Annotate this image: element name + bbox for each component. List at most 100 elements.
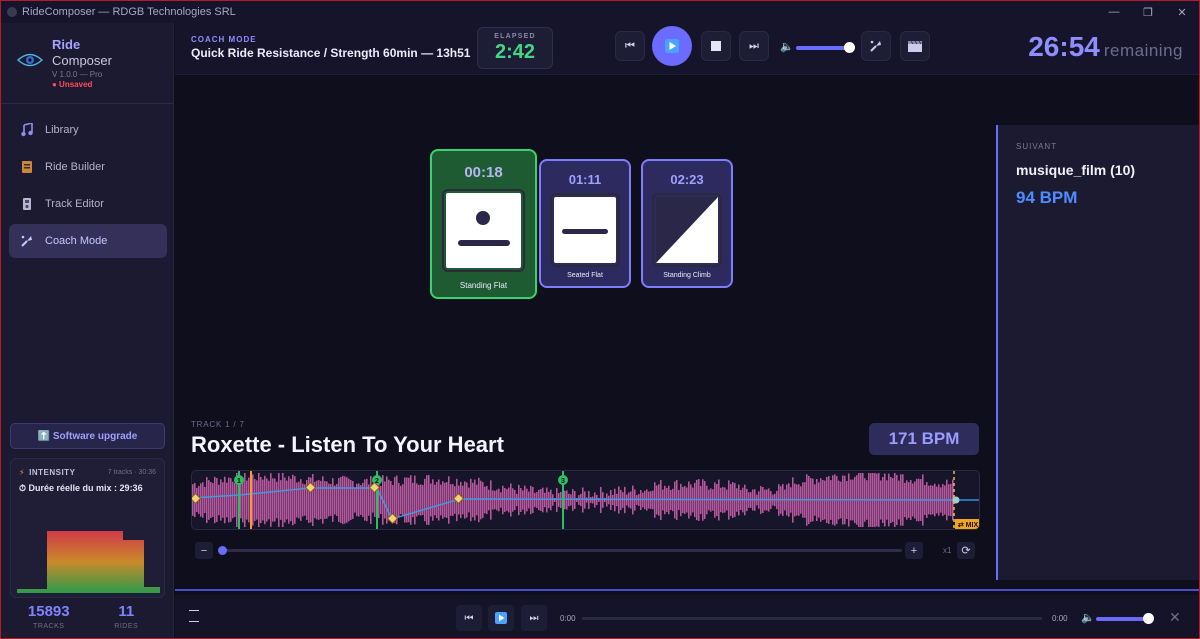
track-editor-icon [19, 196, 35, 212]
position-card-upcoming[interactable]: 02:23 Standing Climb [641, 159, 733, 288]
coach-icon [19, 233, 35, 249]
card-time: 02:23 [670, 172, 704, 187]
sidebar: Ride Composer V 1.0.0 — Pro ● Unsaved Li… [1, 23, 174, 638]
play-icon [495, 612, 507, 624]
next-track-panel: SUIVANT musique_film (10) 94 BPM [996, 125, 1199, 580]
menu-icon[interactable] [189, 610, 199, 632]
volume-slider[interactable] [796, 46, 851, 50]
player-next-button[interactable]: ⏭ [521, 605, 547, 631]
eye-logo-icon [17, 53, 43, 67]
reset-zoom-button[interactable]: ⟳ [957, 542, 975, 559]
coach-tool-button[interactable] [861, 31, 891, 61]
sidebar-item-track-editor[interactable]: Track Editor [9, 187, 167, 221]
player-total-time: 0:00 [1052, 614, 1068, 623]
intensity-panel: ⚡ INTENSITY 7 tracks · 30:36 ⏱ Durée réel… [10, 458, 165, 598]
clapperboard-icon [908, 40, 922, 52]
maximize-button[interactable]: ❐ [1131, 1, 1165, 23]
play-icon [665, 39, 679, 53]
stop-icon [711, 41, 721, 51]
waveform-graphic[interactable]: 1 2 3 ⇄ MIX [192, 471, 980, 530]
speaker-icon: 🔈 [1081, 612, 1095, 624]
window-controls: — ❐ ✕ [1097, 1, 1199, 23]
mix-duration: ⏱ Durée réelle du mix : 29:36 [19, 483, 143, 493]
mode-label: COACH MODE [191, 35, 257, 44]
previous-button[interactable]: ⏮ [615, 31, 645, 61]
ride-builder-icon [19, 159, 35, 175]
ride-title: Quick Ride Resistance / Strength 60min —… [191, 46, 471, 60]
card-label: Standing Climb [663, 272, 711, 279]
player-previous-button[interactable]: ⏮ [456, 605, 482, 631]
sidebar-nav: Library Ride Builder Track Editor Coach … [9, 113, 167, 261]
coach-main: 00:18 Standing Flat 01:11 Seated Flat 02… [175, 76, 995, 586]
sidebar-item-library[interactable]: Library [9, 113, 167, 147]
next-track-bpm: 94 BPM [1016, 188, 1078, 207]
player-divider [175, 589, 1199, 591]
minimize-button[interactable]: — [1097, 1, 1131, 23]
intensity-title: INTENSITY [29, 468, 76, 477]
tracks-label: TRACKS [33, 623, 65, 630]
divider [1, 103, 173, 104]
bpm-badge: 171 BPM [869, 423, 979, 455]
position-card-current[interactable]: 00:18 Standing Flat [430, 149, 537, 299]
software-upgrade-button[interactable]: ⬆️ Software upgrade [10, 423, 165, 449]
skip-back-icon: ⏮ [625, 39, 635, 52]
card-label: Standing Flat [459, 281, 508, 290]
close-player-icon[interactable]: ✕ [1169, 609, 1181, 626]
zoom-in-button[interactable]: + [905, 542, 923, 559]
zoom-slider[interactable] [222, 549, 902, 552]
logo-line2: Composer [52, 53, 112, 68]
elapsed-timer: ELAPSED 2:42 [477, 27, 553, 69]
speaker-icon: 🔈 [780, 41, 794, 53]
volume-knob[interactable] [844, 42, 855, 53]
player-current-time: 0:00 [560, 614, 576, 623]
seated-flat-icon [550, 193, 620, 267]
clapperboard-button[interactable] [900, 31, 930, 61]
intensity-meta: 7 tracks · 30:36 [107, 469, 156, 476]
next-track-title: musique_film (10) [1016, 162, 1136, 178]
app-icon [7, 7, 17, 17]
play-button[interactable] [652, 26, 692, 66]
rides-count: 11 [118, 603, 135, 620]
rides-label: RIDES [114, 623, 139, 630]
cue-marker-3-label: 3 [561, 478, 565, 485]
music-note-icon [19, 122, 35, 138]
skip-forward-icon: ⏭ [749, 39, 759, 52]
version-label: V 1.0.0 — Pro [52, 70, 103, 79]
app-window: RideComposer — RDGB Technologies SRL — ❐… [0, 0, 1200, 639]
position-card-upcoming[interactable]: 01:11 Seated Flat [539, 159, 631, 288]
unsaved-badge: ● Unsaved [52, 80, 93, 89]
card-label: Seated Flat [567, 272, 603, 279]
player-play-button[interactable] [488, 605, 514, 631]
intensity-chart [17, 531, 160, 593]
waveform[interactable]: 1 2 3 ⇄ MIX [191, 470, 980, 530]
standing-flat-icon [442, 189, 525, 272]
coach-icon [870, 40, 881, 52]
cue-marker-1-label: 1 [237, 478, 241, 485]
close-button[interactable]: ✕ [1165, 1, 1199, 23]
library-stats: 15893 TRACKS 11 RIDES [10, 603, 165, 633]
zoom-knob[interactable] [218, 546, 227, 555]
elapsed-value: 2:42 [494, 41, 536, 63]
intensity-header: ⚡ INTENSITY [19, 468, 75, 477]
next-button[interactable]: ⏭ [739, 31, 769, 61]
sidebar-item-label: Track Editor [45, 198, 104, 210]
standing-climb-icon [652, 193, 722, 267]
remaining-value: 26:54 [1028, 31, 1100, 62]
window-title: RideComposer — RDGB Technologies SRL [22, 6, 236, 18]
sidebar-item-coach-mode[interactable]: Coach Mode [9, 224, 167, 258]
stop-button[interactable] [701, 31, 731, 61]
zoom-out-button[interactable]: − [195, 542, 213, 559]
sidebar-item-label: Coach Mode [45, 235, 108, 247]
sidebar-item-label: Ride Builder [45, 161, 105, 173]
sidebar-item-ride-builder[interactable]: Ride Builder [9, 150, 167, 184]
zoom-level: x1 [943, 546, 952, 555]
coach-header: COACH MODE Quick Ride Resistance / Stren… [175, 23, 1199, 75]
tracks-stat: 15893 TRACKS [10, 603, 88, 633]
logo-line1: Ride [52, 37, 81, 52]
skip-forward-icon: ⏭ [529, 612, 539, 624]
skip-back-icon: ⏮ [464, 612, 474, 624]
card-time: 00:18 [464, 164, 503, 181]
remaining-label: remaining [1103, 41, 1183, 60]
player-seek-slider[interactable] [582, 617, 1042, 620]
player-volume-knob[interactable] [1143, 613, 1154, 624]
